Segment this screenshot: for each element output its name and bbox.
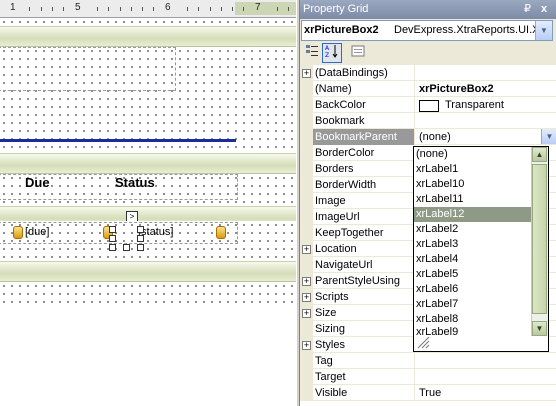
band-header-strip[interactable] [0,261,296,282]
svg-text:A: A [325,45,330,52]
bookmark-parent-dropdown[interactable]: (none) xrLabel1 xrLabel10 xrLabel11 xrLa… [413,146,549,352]
control-outline[interactable] [0,47,176,91]
dropdown-option[interactable]: xrLabel5 [414,267,534,282]
horizontal-ruler: 1 5 6 7 [0,0,296,18]
property-pages-icon[interactable] [348,43,368,63]
property-row[interactable]: Visible True [300,385,556,401]
resize-handle[interactable] [137,226,144,233]
dropdown-option[interactable]: xrLabel6 [414,282,534,297]
band-header-strip[interactable] [0,26,296,47]
resize-handle[interactable] [137,244,144,251]
close-icon[interactable]: x [541,0,547,19]
resize-handle[interactable] [109,244,116,251]
binding-icon [13,226,23,239]
chevron-down-icon[interactable]: ▼ [535,21,552,40]
property-row[interactable]: Tag [300,353,556,369]
ruler-number: 7 [255,2,261,13]
dropdown-option[interactable]: xrLabel4 [414,252,534,267]
dropdown-option[interactable]: xrLabel9 [414,327,534,335]
scroll-up-icon[interactable]: ▲ [532,147,547,162]
dropdown-option[interactable]: xrLabel3 [414,237,534,252]
expand-icon[interactable]: + [302,277,311,286]
object-selector-combo[interactable]: xrPictureBox2 DevExpress.XtraReports.UI.… [301,20,553,41]
selected-object-type: DevExpress.XtraReports.UI.XRPictureBox [394,24,552,36]
resize-handle[interactable] [109,226,116,233]
property-row[interactable]: + (DataBindings) [300,65,556,81]
alphabetical-icon[interactable]: AZ [322,43,342,63]
resize-handle[interactable] [137,235,144,242]
property-row[interactable]: (Name) xrPictureBox2 [300,81,556,97]
resize-handle[interactable] [109,235,116,242]
dropdown-option[interactable]: xrLabel7 [414,297,534,312]
property-value[interactable]: True [419,387,441,399]
resize-grip-icon[interactable] [416,336,430,349]
expand-icon[interactable]: + [302,341,311,350]
pin-icon[interactable]: ₽ [524,0,531,19]
band-dotted-area[interactable] [0,18,296,26]
scrollbar-thumb[interactable] [532,164,547,314]
property-value[interactable]: Transparent [445,99,504,111]
ruler-number: 5 [75,2,81,13]
dropdown-scrollbar[interactable]: ▲ ▼ [531,147,548,336]
field-due[interactable]: [due] [25,226,49,238]
property-grid-title-bar: Property Grid ₽ x [300,0,556,19]
property-grid-toolbar: AZ [300,41,556,63]
property-row[interactable]: Target [300,369,556,385]
dropdown-option-highlighted[interactable]: xrLabel12 [414,207,534,222]
ruler-number: 6 [165,2,171,13]
svg-text:Z: Z [325,52,329,58]
report-designer-surface[interactable]: 1 5 6 7 Due Status > [due] [status] [0,0,296,406]
dropdown-option[interactable]: xrLabel2 [414,222,534,237]
property-row[interactable]: Bookmark [300,113,556,129]
resize-handle[interactable] [123,244,130,251]
dropdown-option[interactable]: xrLabel11 [414,192,534,207]
dropdown-option[interactable]: xrLabel10 [414,177,534,192]
ruler-number: 1 [10,2,16,13]
property-row[interactable]: BackColor Transparent [300,97,556,113]
property-value[interactable]: (none) [419,131,451,143]
panel-title: Property Grid [303,3,369,15]
selected-object-name: xrPictureBox2 [304,24,379,36]
expand-icon[interactable]: + [302,293,311,302]
chevron-down-icon[interactable]: ▼ [541,129,556,144]
dropdown-option[interactable]: xrLabel8 [414,312,534,327]
binding-icon [216,226,226,239]
categorized-icon[interactable] [302,43,322,63]
band-dotted-area[interactable] [0,282,296,306]
expand-icon[interactable]: + [302,69,311,78]
column-header-due[interactable]: Due [25,175,50,190]
expand-icon[interactable]: + [302,245,311,254]
property-value[interactable]: xrPictureBox2 [419,83,494,95]
property-row-selected[interactable]: BookmarkParent (none) ▼ [300,129,556,145]
column-header-status[interactable]: Status [115,175,155,190]
expand-icon[interactable]: + [302,309,311,318]
band-header-strip[interactable] [0,153,296,174]
scroll-down-icon[interactable]: ▼ [532,321,547,336]
horizontal-line-control[interactable] [0,139,236,142]
color-swatch [419,100,439,112]
dropdown-option[interactable]: (none) [414,147,534,162]
dropdown-option[interactable]: xrLabel1 [414,162,534,177]
